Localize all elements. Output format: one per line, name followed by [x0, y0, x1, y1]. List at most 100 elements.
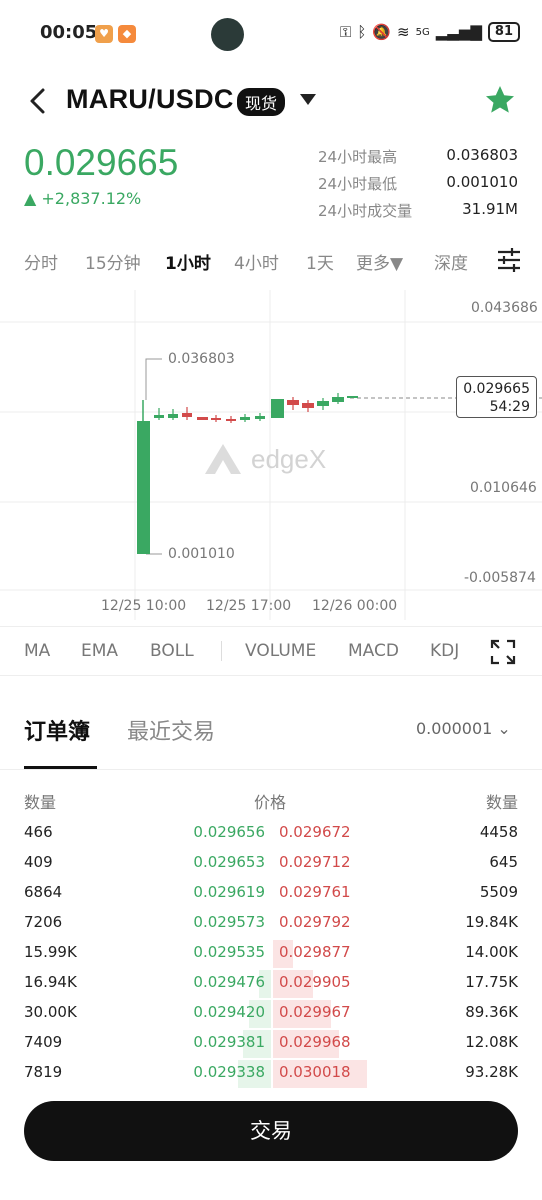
orderbook-row[interactable]: 7819 0.029338 0.030018 93.28K — [0, 1058, 542, 1088]
tab-15m[interactable]: 15分钟 — [85, 249, 141, 274]
status-bar: 00:05 ♥ ◆ ⚿ ᛒ 🔕 ≋ 5G ▂▃▅▇ 81 — [0, 0, 542, 68]
x-axis-label: 12/25 17:00 — [206, 598, 292, 614]
tab-4h[interactable]: 4小时 — [234, 249, 279, 274]
tab-more[interactable]: 更多▼ — [356, 249, 403, 274]
indicator-kdj[interactable]: KDJ — [430, 641, 462, 661]
active-tab-indicator — [24, 766, 97, 769]
chart-watermark: edgeX — [203, 442, 326, 476]
x-axis-label: 12/26 00:00 — [312, 598, 398, 614]
status-icons: ⚿ ᛒ 🔕 ≋ 5G ▂▃▅▇ 81 — [340, 22, 520, 42]
indicator-volume[interactable]: VOLUME — [245, 641, 316, 661]
stat-value: 0.001010 — [446, 173, 518, 191]
price-chart[interactable]: 0.043686 0.010646 -0.005874 0.036803 0.0… — [0, 290, 542, 620]
y-axis-label: 0.010646 — [470, 480, 537, 496]
bid-qty: 409 — [24, 853, 53, 871]
ask-qty: 5509 — [479, 883, 518, 901]
ask-qty: 17.75K — [465, 973, 518, 991]
orderbook-row[interactable]: 30.00K 0.029420 0.029967 89.36K — [0, 998, 542, 1028]
tab-time-sharing[interactable]: 分时 — [24, 249, 58, 274]
orderbook-row[interactable]: 466 0.029656 0.029672 4458 — [0, 818, 542, 848]
candle — [137, 421, 150, 554]
last-price: 0.029665 — [24, 142, 179, 183]
signal-icon: ▂▃▅▇ — [435, 23, 482, 41]
stat-label: 24小时成交量 — [318, 202, 413, 220]
bid-price: 0.029535 — [193, 943, 265, 961]
tab-1h[interactable]: 1小时 — [165, 249, 211, 274]
ask-qty: 93.28K — [465, 1063, 518, 1081]
candle-countdown: 54:29 — [489, 399, 530, 415]
market-type-badge: 现货 — [237, 88, 286, 116]
stat-value: 0.036803 — [446, 146, 518, 164]
bid-price: 0.029573 — [193, 913, 265, 931]
bid-qty: 15.99K — [24, 943, 77, 961]
ask-price: 0.029792 — [279, 913, 351, 931]
indicator-ma[interactable]: MA — [24, 641, 50, 661]
ask-qty-header: 数量 — [485, 793, 518, 812]
low-marker-label: 0.001010 — [168, 546, 235, 562]
status-time: 00:05 — [40, 22, 98, 43]
indicator-boll[interactable]: BOLL — [150, 641, 194, 661]
x-axis-label: 12/25 10:00 — [101, 598, 187, 614]
orderbook-row[interactable]: 15.99K 0.029535 0.029877 14.00K — [0, 938, 542, 968]
tab-recent-trades[interactable]: 最近交易 — [127, 714, 215, 746]
ask-qty: 14.00K — [465, 943, 518, 961]
tab-depth[interactable]: 深度 — [434, 249, 468, 274]
pair-dropdown-icon[interactable] — [300, 94, 316, 105]
stat-row: 24小时成交量 31.91M — [318, 200, 518, 227]
y-axis-label: 0.043686 — [471, 300, 538, 316]
watermark-text: edgeX — [251, 443, 327, 474]
back-icon[interactable] — [26, 86, 50, 116]
y-axis-label: -0.005874 — [464, 570, 536, 586]
interval-tabs: 分时 15分钟 1小时 4小时 1天 更多▼ 深度 — [0, 246, 542, 276]
bid-price: 0.029653 — [193, 853, 265, 871]
status-avatar — [211, 18, 244, 51]
trade-button[interactable]: 交易 — [24, 1101, 518, 1161]
indicator-ema[interactable]: EMA — [81, 641, 118, 661]
network-type: 5G — [415, 26, 430, 38]
bid-qty: 466 — [24, 823, 53, 841]
bid-price: 0.029619 — [193, 883, 265, 901]
tab-1d[interactable]: 1天 — [306, 249, 334, 274]
stat-value: 31.91M — [462, 200, 518, 218]
orderbook-row[interactable]: 7206 0.029573 0.029792 19.84K — [0, 908, 542, 938]
fullscreen-icon[interactable] — [490, 639, 516, 665]
precision-selector[interactable]: 0.000001 ⌄ — [416, 719, 511, 738]
bid-price: 0.029656 — [193, 823, 265, 841]
ask-price: 0.029905 — [279, 973, 351, 991]
ticker-stats: 24小时最高 0.036803 24小时最低 0.001010 24小时成交量 … — [318, 146, 518, 227]
ask-qty: 4458 — [479, 823, 518, 841]
bluetooth-icon: ᛒ — [357, 23, 367, 41]
bid-qty: 7819 — [24, 1063, 63, 1081]
orderbook-row[interactable]: 16.94K 0.029476 0.029905 17.75K — [0, 968, 542, 998]
ask-qty: 19.84K — [465, 913, 518, 931]
ask-price: 0.029967 — [279, 1003, 351, 1021]
ask-price: 0.029672 — [279, 823, 351, 841]
header: MARU/USDC 现货 — [0, 78, 542, 124]
tab-order-book[interactable]: 订单簿 — [24, 714, 90, 746]
orderbook-row[interactable]: 409 0.029653 0.029712 645 — [0, 848, 542, 878]
notification-app-icon: ♥ — [95, 25, 113, 43]
ask-price: 0.029712 — [279, 853, 351, 871]
bid-qty: 7409 — [24, 1033, 63, 1051]
ask-qty: 89.36K — [465, 1003, 518, 1021]
ask-qty: 645 — [489, 853, 518, 871]
indicator-macd[interactable]: MACD — [348, 641, 399, 661]
ask-price: 0.030018 — [279, 1063, 351, 1081]
favorite-star-icon[interactable] — [484, 84, 516, 116]
ask-qty: 12.08K — [465, 1033, 518, 1051]
orderbook-row[interactable]: 7409 0.029381 0.029968 12.08K — [0, 1028, 542, 1058]
current-price-value: 0.029665 — [463, 381, 530, 397]
indicator-tabs: MA EMA BOLL VOLUME MACD KDJ — [0, 626, 542, 676]
indicator-divider — [221, 641, 222, 661]
pair-title[interactable]: MARU/USDC — [66, 84, 234, 115]
bid-price: 0.029476 — [193, 973, 265, 991]
bid-qty: 30.00K — [24, 1003, 77, 1021]
high-marker-label: 0.036803 — [168, 351, 235, 367]
price-change: ▲ +2,837.12% — [24, 189, 142, 208]
chart-settings-icon[interactable] — [496, 248, 522, 272]
bid-qty: 6864 — [24, 883, 63, 901]
stat-label: 24小时最高 — [318, 148, 398, 166]
ask-price: 0.029968 — [279, 1033, 351, 1051]
orderbook-tabs: 订单簿 最近交易 0.000001 ⌄ — [0, 700, 542, 770]
orderbook-row[interactable]: 6864 0.029619 0.029761 5509 — [0, 878, 542, 908]
